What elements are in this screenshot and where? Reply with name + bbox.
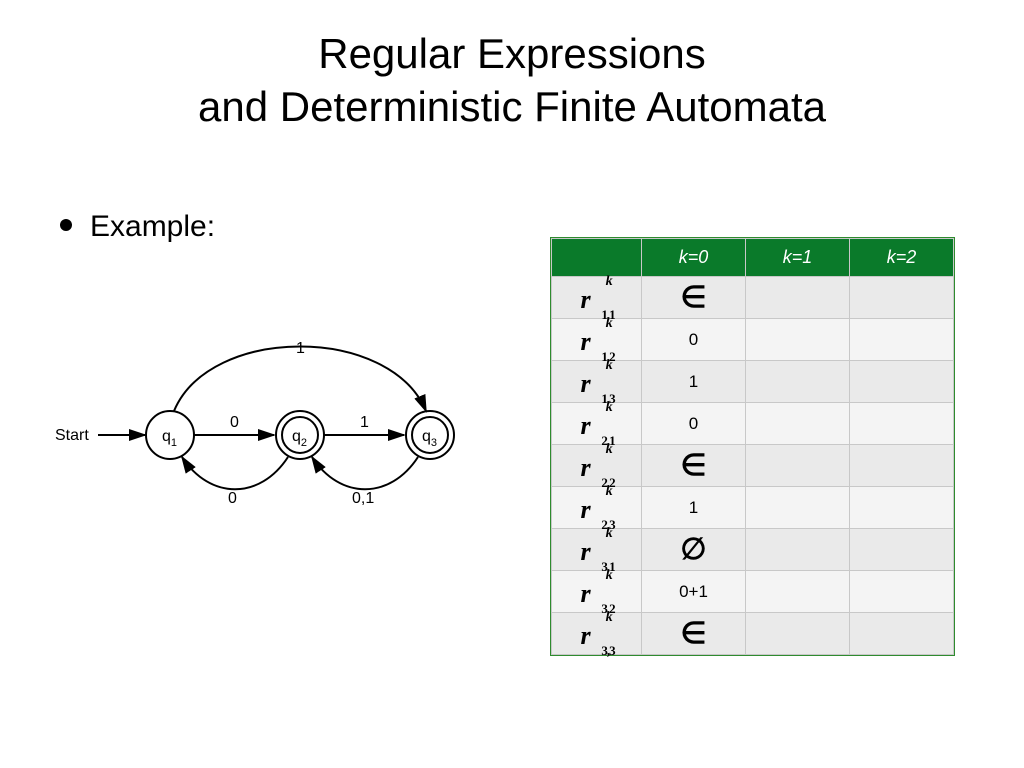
cell-k2 <box>850 403 954 445</box>
cell-k0: 0+1 <box>642 571 746 613</box>
cell-k0 <box>642 445 746 487</box>
cell-k1 <box>746 277 850 319</box>
edge-q3-q2-label: 0,1 <box>352 490 374 507</box>
col-k2: k=2 <box>850 239 954 277</box>
emptyset-icon <box>680 533 706 566</box>
epsilon-icon <box>680 449 706 482</box>
cell-k1 <box>746 571 850 613</box>
cell-k0 <box>642 613 746 655</box>
col-k1: k=1 <box>746 239 850 277</box>
cell-k1 <box>746 403 850 445</box>
col-k0: k=0 <box>642 239 746 277</box>
row-label: rk1,3 <box>552 361 642 403</box>
row-label: rk3,3 <box>552 613 642 655</box>
edge-q2-q3-label: 1 <box>360 414 369 431</box>
dfa-diagram: Start q1 q2 q3 0 1 1 0 0,1 <box>50 335 490 535</box>
row-label: rk1,2 <box>552 319 642 361</box>
cell-k2 <box>850 361 954 403</box>
cell-k0 <box>642 277 746 319</box>
cell-k1 <box>746 613 850 655</box>
cell-k0: 1 <box>642 361 746 403</box>
r-table: k=0 k=1 k=2 rk1,1rk1,20rk1,31rk2,10rk2,2… <box>550 237 955 656</box>
edge-q2-q1 <box>182 457 288 489</box>
edge-q2-q1-label: 0 <box>228 490 237 507</box>
cell-k0: 1 <box>642 487 746 529</box>
slide-title: Regular Expressions and Deterministic Fi… <box>0 0 1024 133</box>
table-row: rk2,2 <box>552 445 954 487</box>
table-header-blank <box>552 239 642 277</box>
cell-k1 <box>746 319 850 361</box>
epsilon-icon <box>680 281 706 314</box>
table-row: rk2,31 <box>552 487 954 529</box>
cell-k1 <box>746 361 850 403</box>
row-label: rk2,2 <box>552 445 642 487</box>
table-row: rk2,10 <box>552 403 954 445</box>
cell-k2 <box>850 319 954 361</box>
edge-q1-q2-label: 0 <box>230 414 239 431</box>
row-label: rk1,1 <box>552 277 642 319</box>
cell-k1 <box>746 445 850 487</box>
row-label: rk2,3 <box>552 487 642 529</box>
cell-k2 <box>850 487 954 529</box>
cell-k0 <box>642 529 746 571</box>
table-header-row: k=0 k=1 k=2 <box>552 239 954 277</box>
row-label: rk2,1 <box>552 403 642 445</box>
table-row: rk1,1 <box>552 277 954 319</box>
cell-k1 <box>746 487 850 529</box>
cell-k2 <box>850 445 954 487</box>
cell-k1 <box>746 529 850 571</box>
cell-k2 <box>850 571 954 613</box>
start-label: Start <box>55 427 89 444</box>
edge-q3-q2 <box>312 457 418 489</box>
bullet-item: Example: <box>60 210 215 244</box>
title-line-1: Regular Expressions <box>318 30 706 77</box>
cell-k2 <box>850 529 954 571</box>
table-row: rk1,20 <box>552 319 954 361</box>
cell-k2 <box>850 613 954 655</box>
cell-k0: 0 <box>642 319 746 361</box>
row-label: rk3,1 <box>552 529 642 571</box>
cell-k2 <box>850 277 954 319</box>
table-row: rk1,31 <box>552 361 954 403</box>
table-row: rk3,1 <box>552 529 954 571</box>
title-line-2: and Deterministic Finite Automata <box>198 83 826 130</box>
bullet-icon <box>60 219 72 231</box>
bullet-text: Example: <box>90 210 215 244</box>
cell-k0: 0 <box>642 403 746 445</box>
table-row: rk3,3 <box>552 613 954 655</box>
row-label: rk3,2 <box>552 571 642 613</box>
table-row: rk3,20+1 <box>552 571 954 613</box>
edge-q1-q3-label: 1 <box>296 340 305 357</box>
epsilon-icon <box>680 617 706 650</box>
